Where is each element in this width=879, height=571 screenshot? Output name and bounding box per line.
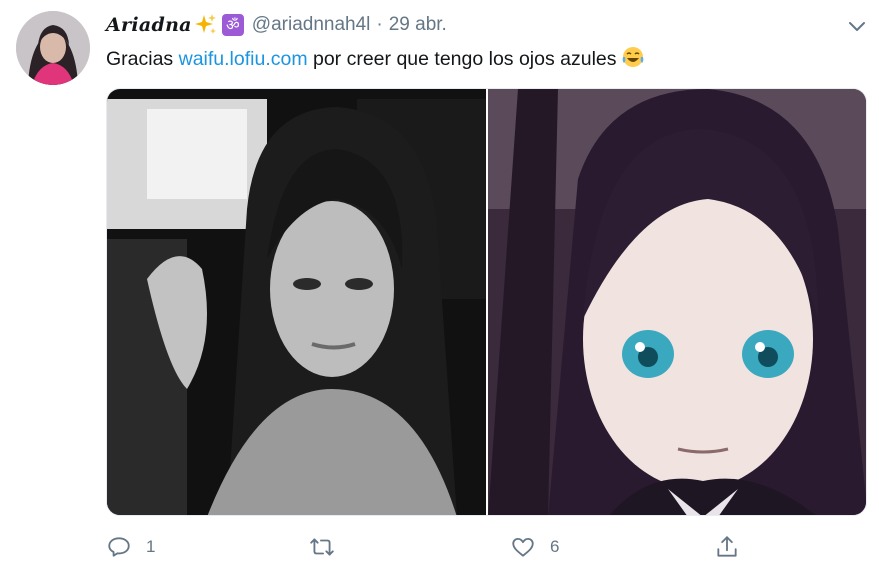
user-handle[interactable]: @ariadnnah4l xyxy=(252,14,371,36)
om-badge-icon: ॐ xyxy=(221,14,244,36)
anime-portrait-image[interactable] xyxy=(488,89,867,516)
reply-count: 1 xyxy=(146,537,156,556)
heart-icon xyxy=(512,537,534,557)
tweet-text: Gracias waifu.lofiu.com por creer que te… xyxy=(106,45,645,72)
tweet-date[interactable]: 29 abr. xyxy=(389,14,447,36)
tweet-text-part: por creer que tengo los ojos azules xyxy=(307,48,617,70)
tweet: Ariadna ॐ @ariadnnah4l · 29 abr. Gracias… xyxy=(0,0,879,571)
like-button[interactable]: 6 xyxy=(510,530,559,564)
avatar[interactable] xyxy=(16,11,90,85)
reply-icon xyxy=(108,537,130,557)
reply-button[interactable]: 1 xyxy=(106,530,155,564)
like-count: 6 xyxy=(550,537,560,556)
tweet-header: Ariadna ॐ @ariadnnah4l · 29 abr. xyxy=(106,12,447,38)
tweet-text-part: Gracias xyxy=(106,48,179,70)
display-name[interactable]: Ariadna xyxy=(106,14,192,36)
tears-of-joy-icon xyxy=(622,47,643,67)
media-grid xyxy=(106,88,867,516)
sparkles-icon xyxy=(194,14,216,34)
share-icon xyxy=(717,536,737,557)
retweet-button[interactable] xyxy=(309,530,349,564)
separator-dot: · xyxy=(376,14,383,35)
retweet-icon xyxy=(310,538,334,556)
grayscale-selfie-photo[interactable] xyxy=(107,89,486,516)
chevron-down-icon[interactable] xyxy=(845,14,869,38)
tweet-actions: 1 6 xyxy=(106,530,866,564)
tweet-link[interactable]: waifu.lofiu.com xyxy=(179,48,308,70)
share-button[interactable] xyxy=(714,530,740,564)
